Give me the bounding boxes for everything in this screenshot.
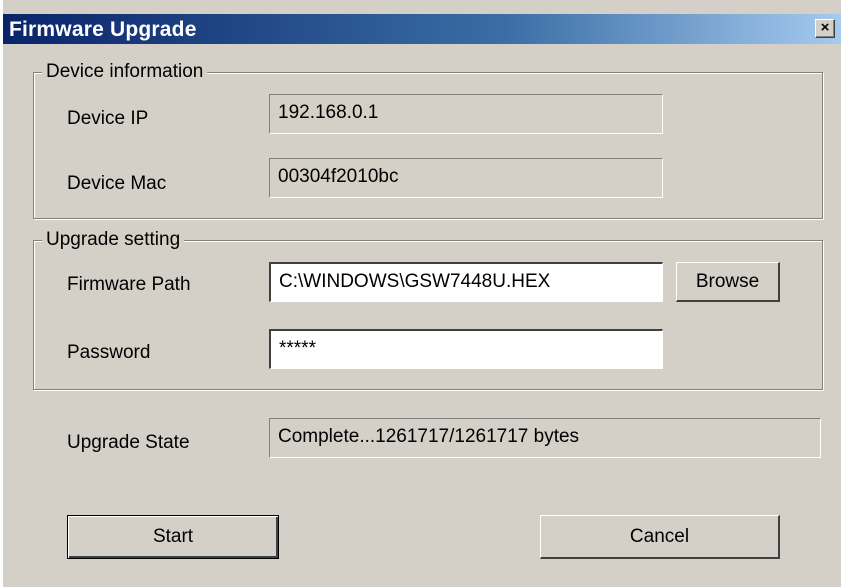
title-bar[interactable]: Firmware Upgrade × — [3, 14, 841, 44]
device-mac-field: 00304f2010bc — [269, 158, 663, 198]
firmware-path-label: Firmware Path — [67, 274, 191, 295]
firmware-upgrade-dialog: Firmware Upgrade × Device information De… — [3, 0, 841, 587]
password-label: Password — [67, 342, 151, 363]
window-title: Firmware Upgrade — [9, 18, 197, 41]
browse-button[interactable]: Browse — [676, 262, 780, 302]
device-mac-label: Device Mac — [67, 173, 167, 194]
password-input[interactable]: ***** — [269, 329, 663, 369]
cancel-button[interactable]: Cancel — [540, 515, 780, 559]
device-ip-label: Device IP — [67, 108, 149, 129]
upgrade-state-label: Upgrade State — [67, 432, 190, 453]
upgrade-state-field: Complete...1261717/1261717 bytes — [269, 418, 821, 458]
device-information-legend: Device information — [42, 61, 208, 83]
start-button[interactable]: Start — [67, 515, 279, 559]
firmware-path-input[interactable]: C:\WINDOWS\GSW7448U.HEX — [269, 262, 663, 302]
upgrade-setting-legend: Upgrade setting — [42, 229, 185, 251]
device-ip-field: 192.168.0.1 — [269, 94, 663, 134]
close-icon[interactable]: × — [815, 19, 835, 38]
